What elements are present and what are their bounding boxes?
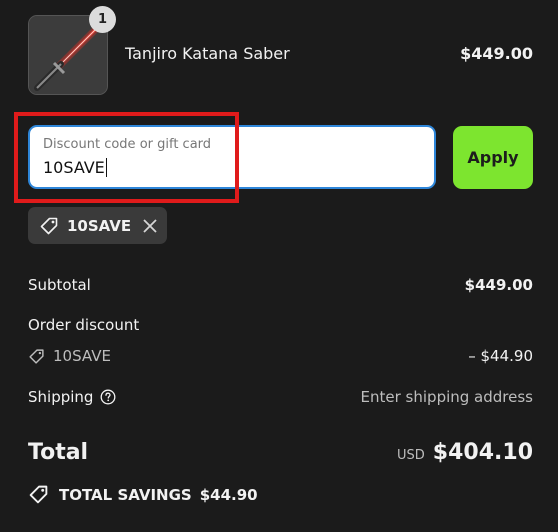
tag-icon — [28, 484, 49, 505]
total-label: Total — [28, 440, 89, 465]
discount-code-text: 10SAVE — [53, 347, 111, 365]
currency-code: USD — [397, 448, 425, 463]
text-caret — [105, 158, 107, 177]
shipping-label: Shipping — [28, 388, 116, 406]
shipping-value: Enter shipping address — [360, 388, 533, 406]
subtotal-label: Subtotal — [28, 276, 91, 294]
savings-value: $44.90 — [199, 485, 258, 504]
shipping-label-text: Shipping — [28, 388, 94, 406]
quantity-badge: 1 — [89, 6, 116, 33]
discount-input-label: Discount code or gift card — [43, 137, 212, 152]
discount-input-value[interactable]: 10SAVE — [43, 158, 107, 177]
applied-code-label: 10SAVE — [67, 216, 132, 235]
total-amount: USD $404.10 — [397, 440, 533, 465]
total-value: $404.10 — [432, 440, 533, 465]
discount-amount: – $44.90 — [468, 347, 533, 365]
discount-code-input[interactable]: Discount code or gift card 10SAVE — [28, 125, 436, 189]
product-price: $449.00 — [460, 44, 533, 63]
discount-input-text: 10SAVE — [43, 158, 105, 177]
subtotal-value: $449.00 — [464, 276, 533, 294]
tag-icon — [28, 348, 45, 365]
tag-icon — [39, 216, 59, 236]
close-icon[interactable] — [143, 218, 157, 233]
savings-label: TOTAL SAVINGS — [59, 485, 192, 504]
apply-button[interactable]: Apply — [453, 126, 533, 189]
applied-discount-chip: 10SAVE — [28, 207, 167, 244]
total-savings: TOTAL SAVINGS $44.90 — [28, 484, 258, 505]
help-circle-icon[interactable] — [100, 389, 116, 405]
product-name: Tanjiro Katana Saber — [125, 44, 290, 63]
discount-code-line: 10SAVE — [28, 347, 111, 365]
order-discount-label: Order discount — [28, 316, 140, 334]
checkout-summary: 1 Tanjiro Katana Saber $449.00 Discount … — [0, 0, 558, 532]
